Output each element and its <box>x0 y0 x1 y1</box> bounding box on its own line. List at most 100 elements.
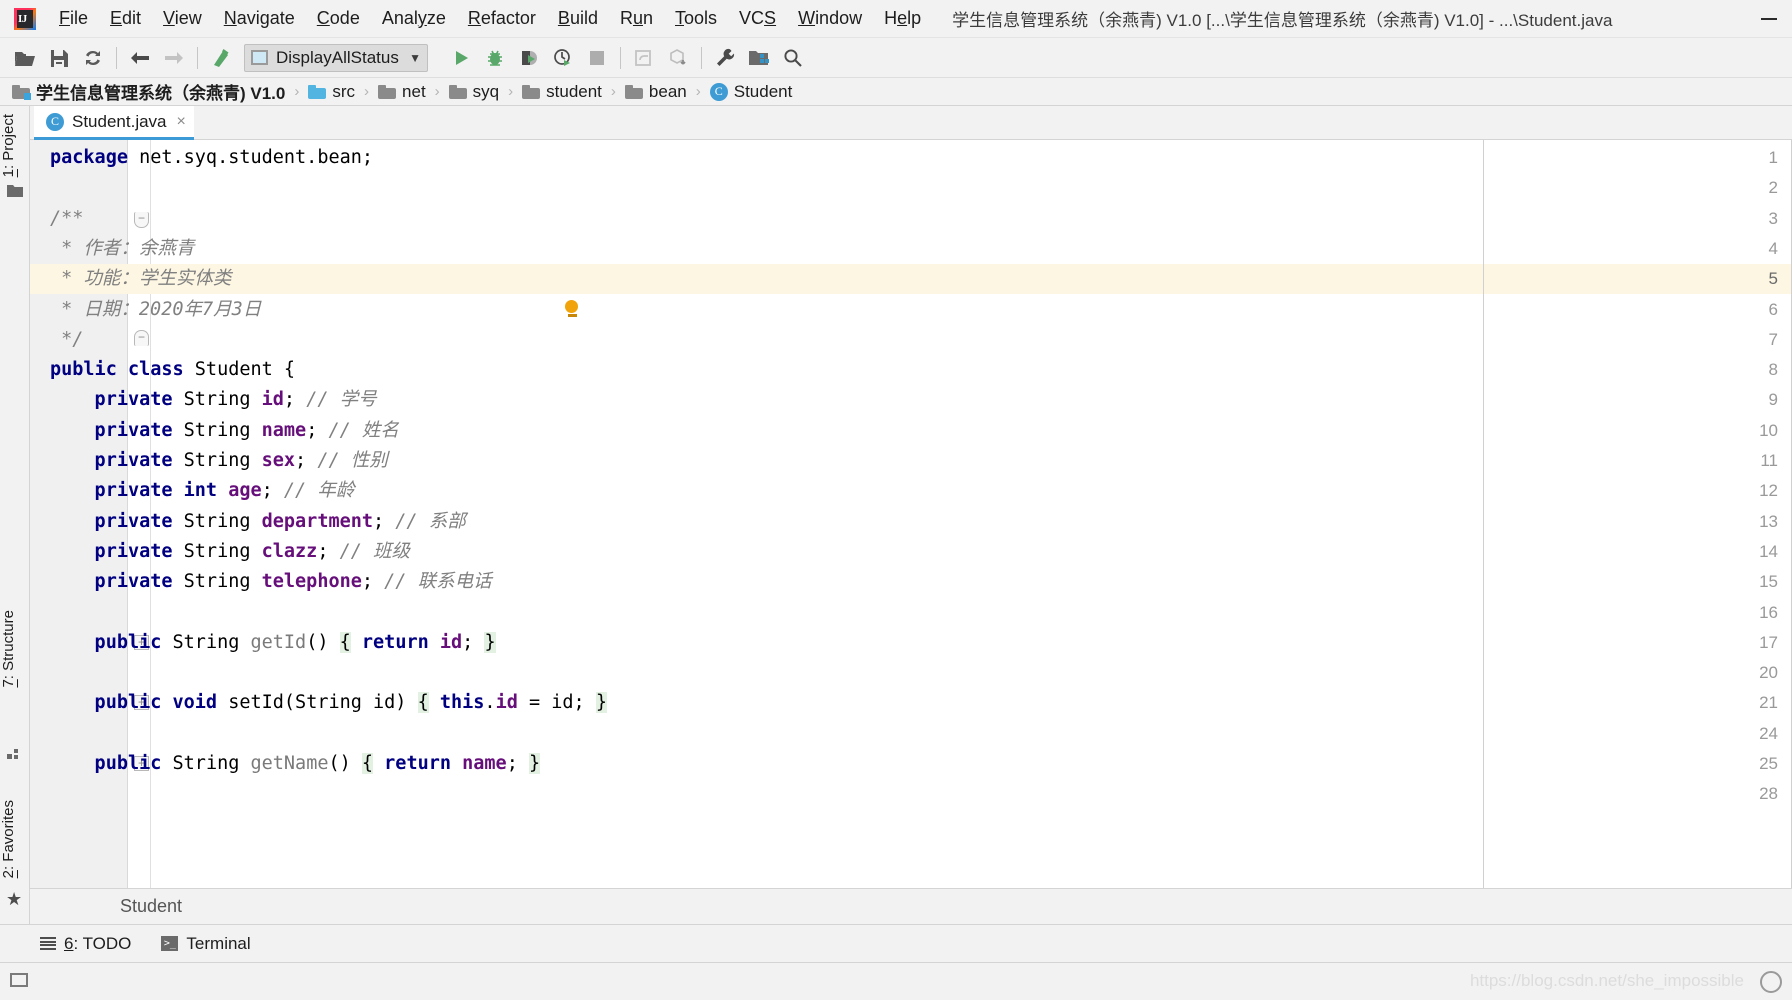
token-plain: String <box>183 571 262 593</box>
token-cmt: * 日期：2020年7月3日 <box>50 298 262 320</box>
menu-item-run[interactable]: Run <box>609 4 664 33</box>
status-item-todo[interactable]: 6: TODO <box>40 934 131 954</box>
line-number-21: 21 <box>1759 693 1778 713</box>
open-folder-icon[interactable] <box>8 43 42 73</box>
navigate-back-icon[interactable] <box>123 43 157 73</box>
menu-item-build[interactable]: Build <box>547 4 609 33</box>
close-icon[interactable]: × <box>177 113 186 131</box>
menu-item-view[interactable]: View <box>152 4 213 33</box>
sidebar-item-structure[interactable]: 7: Structure <box>0 606 30 692</box>
token-mth: getName <box>250 753 329 774</box>
token-plain: String <box>183 540 262 562</box>
sidebar-item-favorites[interactable]: 2: Favorites <box>0 796 30 882</box>
menu-item-file[interactable]: File <box>48 4 99 33</box>
update-project-icon[interactable] <box>627 43 661 73</box>
code-text-7: */ <box>50 325 83 355</box>
token-kw: private <box>50 540 184 562</box>
menu-item-navigate[interactable]: Navigate <box>213 4 306 33</box>
code-text-12: private int age; // 年龄 <box>50 476 355 506</box>
code-line-24[interactable] <box>30 719 1792 749</box>
package-folder-icon <box>378 84 397 99</box>
code-line-4[interactable] <box>30 234 1792 264</box>
code-line-5[interactable] <box>30 264 1792 295</box>
token-plain: ; <box>506 753 529 774</box>
project-folder-icon <box>7 184 23 200</box>
line-number-2: 2 <box>1768 178 1778 198</box>
chevron-down-icon: ▼ <box>409 50 421 65</box>
menu-item-analyze[interactable]: Analyze <box>371 4 457 33</box>
compile-icon[interactable] <box>204 43 238 73</box>
fold-marker-7[interactable]: − <box>134 329 149 346</box>
code-line-20[interactable] <box>30 658 1792 688</box>
run-icon[interactable] <box>444 43 478 73</box>
breadcrumb-item-student[interactable]: C Student <box>708 80 795 104</box>
code-line-2[interactable] <box>30 173 1792 203</box>
breadcrumb-item-src[interactable]: src <box>306 80 357 104</box>
breadcrumb-item-net[interactable]: net <box>376 80 428 104</box>
menu-item-edit[interactable]: Edit <box>99 4 152 33</box>
menu-item-help[interactable]: Help <box>873 4 932 33</box>
intention-bulb-icon[interactable] <box>565 299 579 318</box>
code-line-3[interactable] <box>30 204 1792 234</box>
line-number-12: 12 <box>1759 481 1778 501</box>
minimize-button[interactable] <box>1746 0 1792 38</box>
line-number-8: 8 <box>1768 360 1778 380</box>
token-plain: String <box>172 753 251 774</box>
code-editor[interactable]: 1 package net.syq.student.bean; 2 3 − /** 4 * … <box>30 140 1792 888</box>
token-plain: String <box>172 631 251 653</box>
tab-student-java[interactable]: C Student.java × <box>34 106 194 140</box>
token-kw: private <box>50 389 184 411</box>
menu-item-code[interactable]: Code <box>306 4 371 33</box>
commit-icon[interactable] <box>661 43 695 73</box>
status-item-terminal[interactable]: >_ Terminal <box>161 934 251 954</box>
token-kw: public void <box>50 692 229 714</box>
bottom-breadcrumb-label: Student <box>120 896 183 916</box>
breadcrumb-item-syq[interactable]: syq <box>447 80 501 104</box>
code-line-6[interactable] <box>30 295 1792 325</box>
token-fld: age <box>228 480 262 502</box>
breadcrumb-separator: › <box>294 83 300 100</box>
breadcrumb-separator: › <box>434 83 440 100</box>
menu-item-refactor[interactable]: Refactor <box>457 4 547 33</box>
token-kw: private <box>50 510 184 532</box>
fold-marker-3[interactable]: − <box>134 211 149 228</box>
code-text-4: * 作者：余燕青 <box>50 234 194 264</box>
menu-item-vcs[interactable]: VCS <box>728 4 787 33</box>
package-folder-icon <box>448 84 467 99</box>
search-everywhere-icon[interactable] <box>776 43 810 73</box>
run-configuration-selector[interactable]: DisplayAllStatus ▼ <box>244 43 428 72</box>
navigate-forward-icon[interactable] <box>157 43 191 73</box>
breadcrumb-item-student[interactable]: student <box>520 80 604 104</box>
line-number-5: 5 <box>1768 269 1778 289</box>
stop-icon[interactable] <box>580 43 614 73</box>
menu-item-window[interactable]: Window <box>787 4 873 33</box>
profile-icon[interactable] <box>546 43 580 73</box>
settings-wrench-icon[interactable] <box>708 43 742 73</box>
code-line-28[interactable] <box>30 779 1792 809</box>
sidebar-item-project[interactable]: 1: Project <box>0 110 30 181</box>
debug-icon[interactable] <box>478 43 512 73</box>
favorites-tab-number: 2 <box>0 870 17 879</box>
code-line-16[interactable] <box>30 598 1792 628</box>
breadcrumb-separator: › <box>610 83 616 100</box>
project-structure-icon[interactable] <box>742 43 776 73</box>
code-text-13: private String department; // 系部 <box>50 507 466 537</box>
save-all-icon[interactable] <box>42 43 76 73</box>
run-with-coverage-icon[interactable] <box>512 43 546 73</box>
line-number-9: 9 <box>1768 390 1778 410</box>
breadcrumb-label: 学生信息管理系统（余燕青) V1.0 <box>36 84 286 103</box>
code-line-7[interactable] <box>30 325 1792 355</box>
token-kw: public class <box>50 359 195 381</box>
token-kw: this <box>439 692 485 714</box>
breadcrumb-item-v10[interactable]: 学生信息管理系统（余燕青) V1.0 <box>10 80 287 104</box>
line-number-20: 20 <box>1759 663 1778 683</box>
menu-item-tools[interactable]: Tools <box>664 4 728 33</box>
code-text-3: /** <box>50 204 83 234</box>
run-config-icon <box>251 50 268 65</box>
structure-tab-number: 7 <box>0 679 17 688</box>
sync-refresh-icon[interactable] <box>76 43 110 73</box>
breadcrumb-item-bean[interactable]: bean <box>623 80 689 104</box>
code-text-11: private String sex; // 性别 <box>50 446 388 476</box>
structure-icon <box>7 746 23 762</box>
breadcrumb-label: student <box>546 81 602 101</box>
